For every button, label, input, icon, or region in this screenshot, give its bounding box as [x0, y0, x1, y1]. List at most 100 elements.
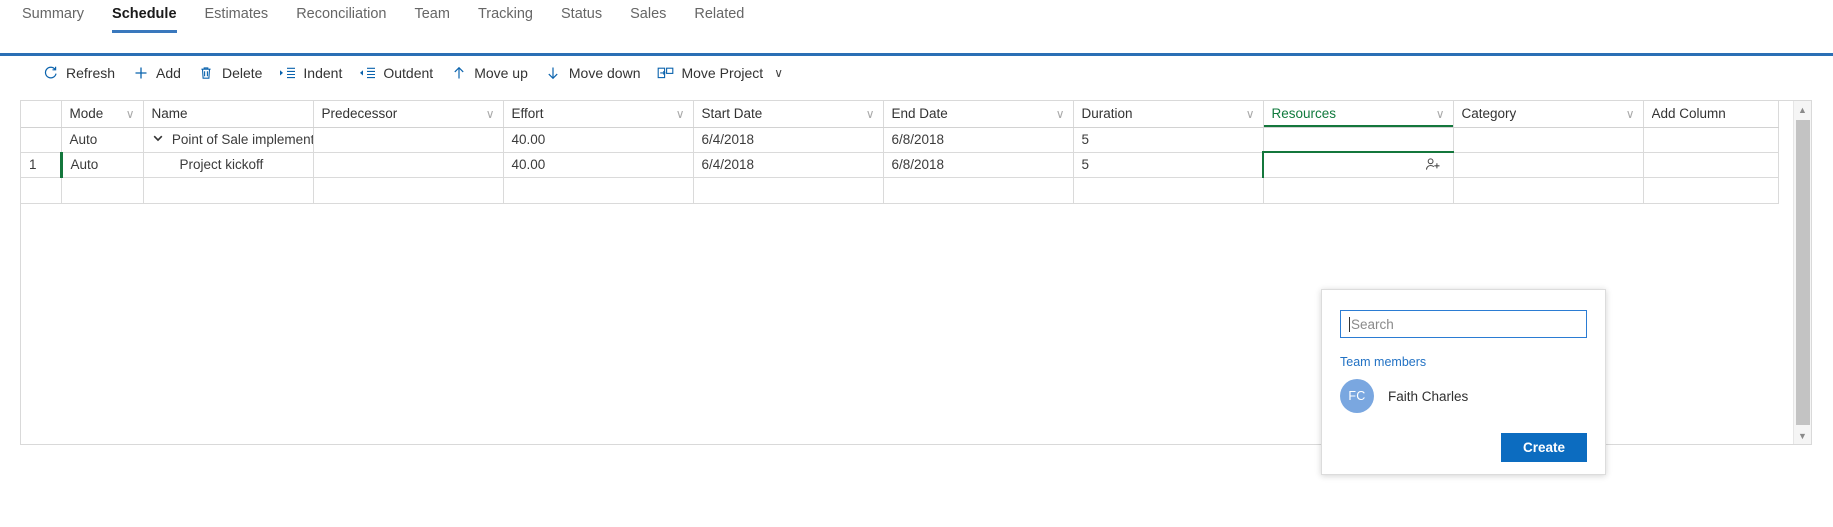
cell-add-column: [1643, 177, 1779, 204]
col-header-start-date[interactable]: Start Date ∨: [693, 101, 884, 128]
chevron-down-icon[interactable]: ∨: [866, 107, 875, 121]
schedule-grid: Mode ∨ Name Predecessor ∨ Effort ∨ Start…: [20, 100, 1812, 475]
tab-estimates[interactable]: Estimates: [191, 0, 283, 27]
col-header-add-column[interactable]: Add Column: [1643, 101, 1779, 128]
cell-start-date[interactable]: [693, 177, 884, 204]
text-caret: [1349, 316, 1350, 332]
col-header-end-date[interactable]: End Date ∨: [883, 101, 1074, 128]
outdent-button[interactable]: Outdent: [355, 62, 446, 85]
col-header-name[interactable]: Name: [143, 101, 314, 128]
tab-team[interactable]: Team: [400, 0, 463, 27]
table-row[interactable]: Auto Point of Sale implementati 40.00 6/…: [21, 127, 1779, 153]
indent-button[interactable]: Indent: [275, 62, 355, 85]
resource-picker-flyout: Search Team members FC Faith Charles Cre…: [1321, 289, 1606, 475]
tab-strip: Summary Schedule Estimates Reconciliatio…: [0, 0, 1833, 34]
col-header-label: Duration: [1081, 106, 1133, 122]
cell-mode[interactable]: [61, 177, 144, 204]
cell-resources[interactable]: [1263, 127, 1454, 153]
col-header-label: Category: [1461, 106, 1517, 122]
resource-search-input[interactable]: Search: [1340, 310, 1587, 338]
cell-end-date[interactable]: 6/8/2018: [883, 152, 1074, 178]
cell-name-text: Project kickoff: [179, 157, 264, 172]
chevron-down-icon[interactable]: ∨: [1436, 107, 1445, 121]
tab-label: Summary: [22, 6, 85, 22]
cell-duration[interactable]: [1073, 177, 1264, 204]
tab-label: Team: [414, 6, 450, 22]
team-members-label: Team members: [1340, 355, 1427, 369]
move-up-button[interactable]: Move up: [446, 62, 541, 85]
tab-summary[interactable]: Summary: [8, 0, 98, 27]
table-row-empty[interactable]: [21, 177, 1779, 204]
add-button[interactable]: Add: [128, 62, 194, 85]
chevron-down-icon[interactable]: ∨: [486, 107, 495, 121]
cell-resources[interactable]: [1263, 177, 1454, 204]
trash-icon: [198, 65, 215, 82]
tab-related[interactable]: Related: [680, 0, 758, 27]
create-button[interactable]: Create: [1500, 433, 1587, 462]
cell-mode[interactable]: Auto: [61, 127, 144, 153]
cell-effort[interactable]: 40.00: [503, 127, 694, 153]
col-header-label: Mode: [69, 106, 104, 122]
cell-duration[interactable]: 5: [1073, 152, 1264, 178]
cell-category[interactable]: [1453, 177, 1644, 204]
table-row[interactable]: 1 Auto Project kickoff 40.00 6/4/2018 6/…: [21, 151, 1779, 178]
cell-name[interactable]: [143, 177, 314, 204]
command-label: Indent: [303, 65, 343, 81]
scroll-thumb[interactable]: [1795, 120, 1810, 425]
chevron-down-icon[interactable]: ∨: [774, 66, 783, 80]
cell-duration[interactable]: 5: [1073, 127, 1264, 153]
chevron-down-icon[interactable]: ∨: [1056, 107, 1065, 121]
table-header-row: Mode ∨ Name Predecessor ∨ Effort ∨ Start…: [21, 101, 1779, 128]
move-project-button[interactable]: Move Project ∨: [653, 62, 796, 85]
refresh-button[interactable]: Refresh: [38, 62, 128, 85]
col-header-duration[interactable]: Duration ∨: [1073, 101, 1264, 128]
chevron-down-icon[interactable]: ∨: [1626, 107, 1635, 121]
col-header-mode[interactable]: Mode ∨: [61, 101, 144, 128]
person-add-icon[interactable]: [1425, 157, 1441, 173]
command-label: Refresh: [66, 65, 116, 81]
col-header-category[interactable]: Category ∨: [1453, 101, 1644, 128]
col-header-effort[interactable]: Effort ∨: [503, 101, 694, 128]
command-label: Outdent: [383, 65, 434, 81]
col-header-predecessor[interactable]: Predecessor ∨: [313, 101, 504, 128]
col-header-label: Start Date: [701, 106, 763, 122]
cell-category[interactable]: [1453, 127, 1644, 153]
tab-reconciliation[interactable]: Reconciliation: [282, 0, 400, 27]
tab-status[interactable]: Status: [547, 0, 616, 27]
cell-name[interactable]: Point of Sale implementati: [143, 127, 314, 153]
cell-start-date[interactable]: 6/4/2018: [693, 152, 884, 178]
cell-effort[interactable]: [503, 177, 694, 204]
cell-start-date[interactable]: 6/4/2018: [693, 127, 884, 153]
cell-end-date[interactable]: 6/8/2018: [883, 127, 1074, 153]
cell-mode[interactable]: Auto: [59, 152, 144, 178]
chevron-down-icon[interactable]: ∨: [1246, 107, 1255, 121]
cell-effort[interactable]: 40.00: [503, 152, 694, 178]
scroll-track[interactable]: [1794, 118, 1812, 427]
expand-collapse-icon[interactable]: [152, 133, 167, 147]
command-label: Move up: [474, 65, 528, 81]
tab-label: Reconciliation: [296, 6, 387, 22]
move-down-button[interactable]: Move down: [541, 62, 654, 85]
plus-icon: [132, 65, 149, 82]
cell-category[interactable]: [1453, 152, 1644, 178]
delete-button[interactable]: Delete: [194, 62, 275, 85]
col-header-resources[interactable]: Resources ∨: [1263, 101, 1454, 128]
tab-tracking[interactable]: Tracking: [464, 0, 547, 27]
tab-schedule[interactable]: Schedule: [98, 0, 190, 33]
scroll-down-button[interactable]: ▼: [1794, 427, 1812, 444]
scroll-up-button[interactable]: ▲: [1794, 101, 1812, 118]
tab-sales[interactable]: Sales: [616, 0, 680, 27]
cell-rownum: [21, 177, 62, 204]
cell-name[interactable]: Project kickoff: [143, 152, 314, 178]
cell-end-date[interactable]: [883, 177, 1074, 204]
list-item-person[interactable]: FC Faith Charles: [1340, 379, 1605, 413]
avatar: FC: [1340, 379, 1374, 413]
cell-predecessor[interactable]: [313, 127, 504, 153]
chevron-down-icon[interactable]: ∨: [676, 107, 685, 121]
refresh-icon: [42, 65, 59, 82]
cell-resources-selected[interactable]: [1262, 151, 1454, 178]
cell-predecessor[interactable]: [313, 152, 504, 178]
chevron-down-icon[interactable]: ∨: [126, 107, 135, 121]
cell-predecessor[interactable]: [313, 177, 504, 204]
grid-vertical-scrollbar[interactable]: ▲ ▼: [1793, 101, 1811, 444]
